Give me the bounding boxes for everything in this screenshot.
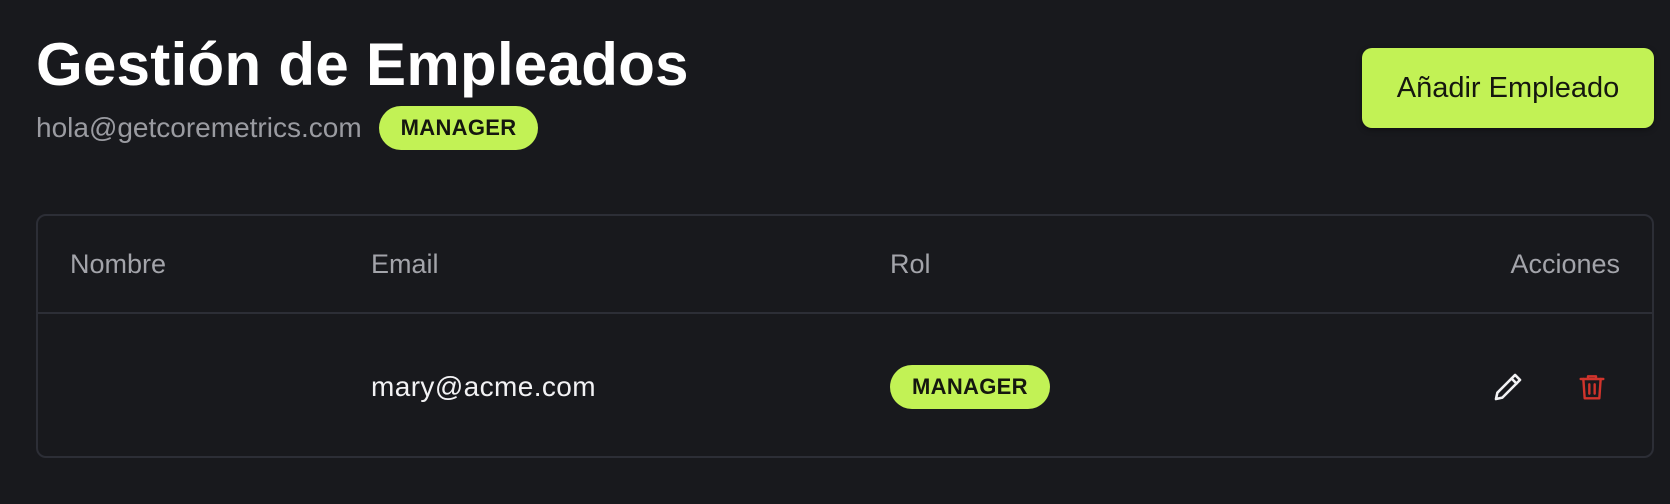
column-header-role: Rol bbox=[890, 249, 931, 279]
page-header: Gestión de Empleados hola@getcoremetrics… bbox=[36, 30, 689, 150]
add-employee-button[interactable]: Añadir Empleado bbox=[1362, 48, 1654, 128]
employee-management-page: Gestión de Empleados hola@getcoremetrics… bbox=[0, 0, 1670, 504]
column-header-email: Email bbox=[371, 249, 439, 279]
table-row: mary@acme.com MANAGER bbox=[38, 314, 1652, 456]
employee-actions-cell bbox=[1488, 314, 1612, 456]
column-header-actions: Acciones bbox=[1510, 249, 1620, 279]
column-header-name: Nombre bbox=[70, 249, 167, 279]
employee-role-cell: MANAGER bbox=[890, 314, 1050, 456]
employees-table: Nombre Email Rol Acciones mary@acme.com … bbox=[36, 214, 1654, 458]
employee-role-badge: MANAGER bbox=[890, 365, 1050, 409]
edit-employee-button[interactable] bbox=[1488, 367, 1528, 407]
employee-email-cell: mary@acme.com bbox=[371, 371, 596, 402]
pencil-icon bbox=[1494, 373, 1522, 401]
current-user-role-badge: MANAGER bbox=[378, 106, 539, 150]
current-user-email: hola@getcoremetrics.com bbox=[36, 112, 362, 143]
trash-icon bbox=[1579, 375, 1605, 400]
table-header-row: Nombre Email Rol Acciones bbox=[38, 216, 1652, 314]
delete-employee-button[interactable] bbox=[1572, 367, 1612, 407]
page-title: Gestión de Empleados bbox=[36, 31, 689, 98]
current-user-info: hola@getcoremetrics.com MANAGER bbox=[36, 106, 689, 150]
